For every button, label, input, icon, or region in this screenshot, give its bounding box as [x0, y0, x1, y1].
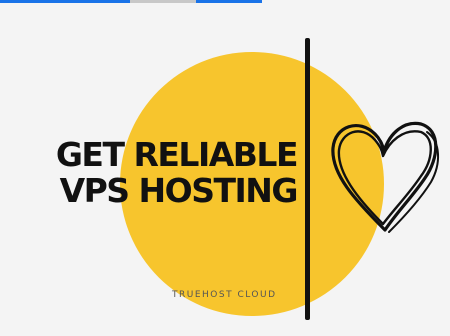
heart-icon [331, 121, 439, 233]
promo-banner-image: GET RELIABLE VPS HOSTING TRUEHOST CLOUD [0, 0, 450, 336]
headline-line-1: GET RELIABLE [55, 135, 299, 174]
brand-name: TRUEHOST CLOUD [172, 290, 277, 300]
vertical-divider [305, 38, 310, 320]
headline-line-2: VPS HOSTING [59, 171, 299, 210]
